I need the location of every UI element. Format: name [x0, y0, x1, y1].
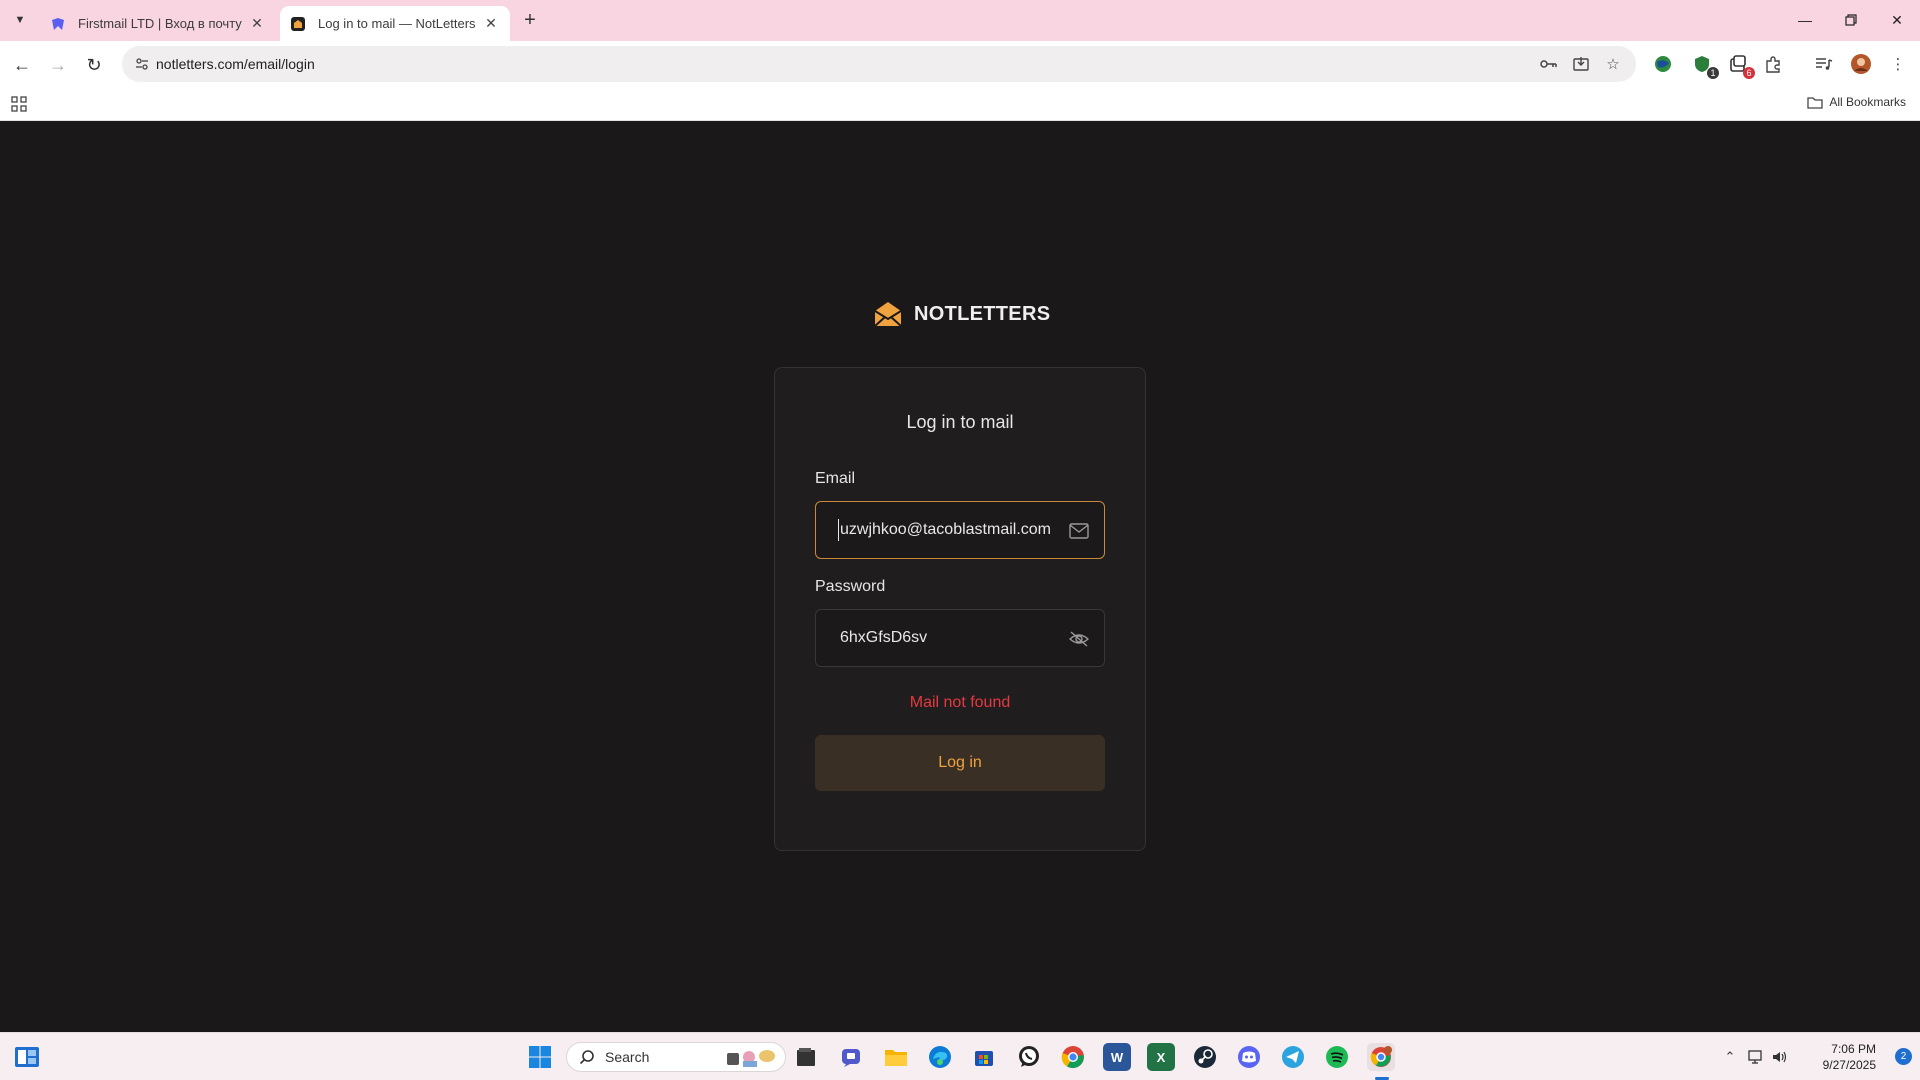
windows-start-icon[interactable]	[526, 1043, 554, 1071]
search-highlight-art-icon	[727, 1050, 775, 1067]
folder-icon	[1807, 96, 1823, 109]
extension-globe-icon[interactable]	[1650, 51, 1676, 77]
minimize-icon[interactable]: —	[1782, 0, 1828, 40]
clock-time: 7:06 PM	[1831, 1042, 1876, 1056]
envelope-logo-icon	[874, 302, 902, 327]
new-tab-button[interactable]: +	[518, 8, 542, 32]
chrome-profile-icon[interactable]	[1367, 1043, 1395, 1071]
clock[interactable]: 7:06 PM 9/27/2025	[1823, 1041, 1876, 1073]
password-field[interactable]: 6hxGfsD6sv	[815, 609, 1105, 667]
taskbar: Search W X ⌃ 7:06 PM 9/27/2025 2	[0, 1032, 1920, 1080]
password-key-icon[interactable]	[1538, 53, 1560, 75]
telegram-icon[interactable]	[1279, 1043, 1307, 1071]
microsoft-store-icon[interactable]	[970, 1043, 998, 1071]
show-hidden-icons-chevron-icon[interactable]: ⌃	[1720, 1047, 1740, 1067]
eye-off-icon[interactable]	[1068, 628, 1090, 650]
notification-badge[interactable]: 2	[1895, 1048, 1912, 1065]
reload-icon[interactable]: ↻	[80, 51, 108, 79]
excel-icon[interactable]: X	[1147, 1043, 1175, 1071]
login-card: Log in to mail Email uzwjhkoo@tacoblastm…	[774, 367, 1146, 851]
teams-icon[interactable]	[838, 1043, 866, 1071]
clock-date: 9/27/2025	[1822, 1058, 1876, 1072]
back-icon[interactable]: ←	[8, 51, 36, 79]
site-info-icon[interactable]	[132, 54, 152, 74]
address-bar[interactable]: notletters.com/email/login ☆	[122, 46, 1636, 82]
network-icon[interactable]	[1746, 1047, 1766, 1067]
taskbar-search[interactable]: Search	[566, 1042, 786, 1072]
system-tray: ⌃ 7:06 PM 9/27/2025 2	[1720, 1033, 1920, 1080]
tab-search-menu-icon[interactable]: ▼	[8, 8, 32, 32]
extension-badge: 6	[1743, 67, 1755, 79]
search-label: Search	[605, 1049, 650, 1065]
password-value: 6hxGfsD6sv	[840, 629, 928, 646]
spotify-icon[interactable]	[1323, 1043, 1351, 1071]
email-field[interactable]: uzwjhkoo@tacoblastmail.com	[815, 501, 1105, 559]
tab-close-icon[interactable]: ✕	[248, 15, 266, 33]
page-content: NOTLETTERS Log in to mail Email uzwjhkoo…	[0, 121, 1920, 1032]
extensions-puzzle-icon[interactable]	[1760, 51, 1786, 77]
mail-icon	[1068, 520, 1090, 542]
tab-title: Log in to mail — NotLetters	[318, 16, 476, 31]
forward-icon[interactable]: →	[44, 51, 72, 79]
widgets-icon[interactable]	[14, 1045, 40, 1069]
all-bookmarks-label: All Bookmarks	[1829, 95, 1906, 109]
file-manager-icon[interactable]	[792, 1043, 820, 1071]
word-icon[interactable]: W	[1103, 1043, 1131, 1071]
extension-tabs-icon[interactable]: 6	[1725, 51, 1755, 79]
text-caret	[838, 519, 839, 541]
email-value: uzwjhkoo@tacoblastmail.com	[840, 521, 1051, 538]
discord-icon[interactable]	[1235, 1043, 1263, 1071]
tab-firstmail[interactable]: Firstmail LTD | Вход в почту ✕	[40, 6, 276, 41]
browser-menu-icon[interactable]: ⋮	[1885, 51, 1911, 77]
apps-grid-icon[interactable]	[10, 95, 28, 113]
firstmail-favicon-icon	[50, 16, 66, 32]
all-bookmarks-button[interactable]: All Bookmarks	[1807, 95, 1906, 109]
edge-icon[interactable]	[926, 1043, 954, 1071]
brand-logo: NOTLETTERS	[874, 301, 1050, 327]
restore-icon[interactable]	[1828, 0, 1874, 40]
login-button[interactable]: Log in	[815, 735, 1105, 791]
tab-title: Firstmail LTD | Вход в почту	[78, 16, 242, 31]
browser-tabstrip: ▼ Firstmail LTD | Вход в почту ✕ Log in …	[0, 0, 1920, 41]
media-controls-icon[interactable]	[1811, 51, 1837, 77]
bookmark-star-icon[interactable]: ☆	[1602, 53, 1624, 75]
notletters-favicon-icon	[290, 16, 306, 32]
email-label: Email	[815, 470, 856, 487]
search-icon	[579, 1050, 594, 1065]
url-text: notletters.com/email/login	[156, 56, 315, 72]
volume-icon[interactable]	[1770, 1047, 1790, 1067]
tab-close-icon[interactable]: ✕	[482, 15, 500, 33]
close-window-icon[interactable]: ✕	[1874, 0, 1920, 40]
steam-icon[interactable]	[1191, 1043, 1219, 1071]
tab-notletters[interactable]: Log in to mail — NotLetters ✕	[280, 6, 510, 41]
error-message: Mail not found	[909, 694, 1011, 711]
bookmarks-bar: All Bookmarks	[0, 87, 1920, 121]
card-title: Log in to mail	[906, 412, 1014, 432]
brand-name: NOTLETTERS	[914, 302, 1051, 325]
profile-avatar-icon[interactable]	[1848, 51, 1874, 77]
window-controls: — ✕	[1782, 0, 1920, 41]
browser-toolbar: ← → ↻ notletters.com/email/login ☆ 1 6 ⋮	[0, 41, 1920, 87]
chrome-icon[interactable]	[1059, 1043, 1087, 1071]
extension-badge: 1	[1707, 67, 1719, 79]
whatsapp-icon[interactable]	[1015, 1043, 1043, 1071]
extension-shield-icon[interactable]: 1	[1689, 51, 1719, 79]
install-app-icon[interactable]	[1570, 53, 1592, 75]
password-label: Password	[815, 578, 886, 595]
file-explorer-icon[interactable]	[882, 1043, 910, 1071]
